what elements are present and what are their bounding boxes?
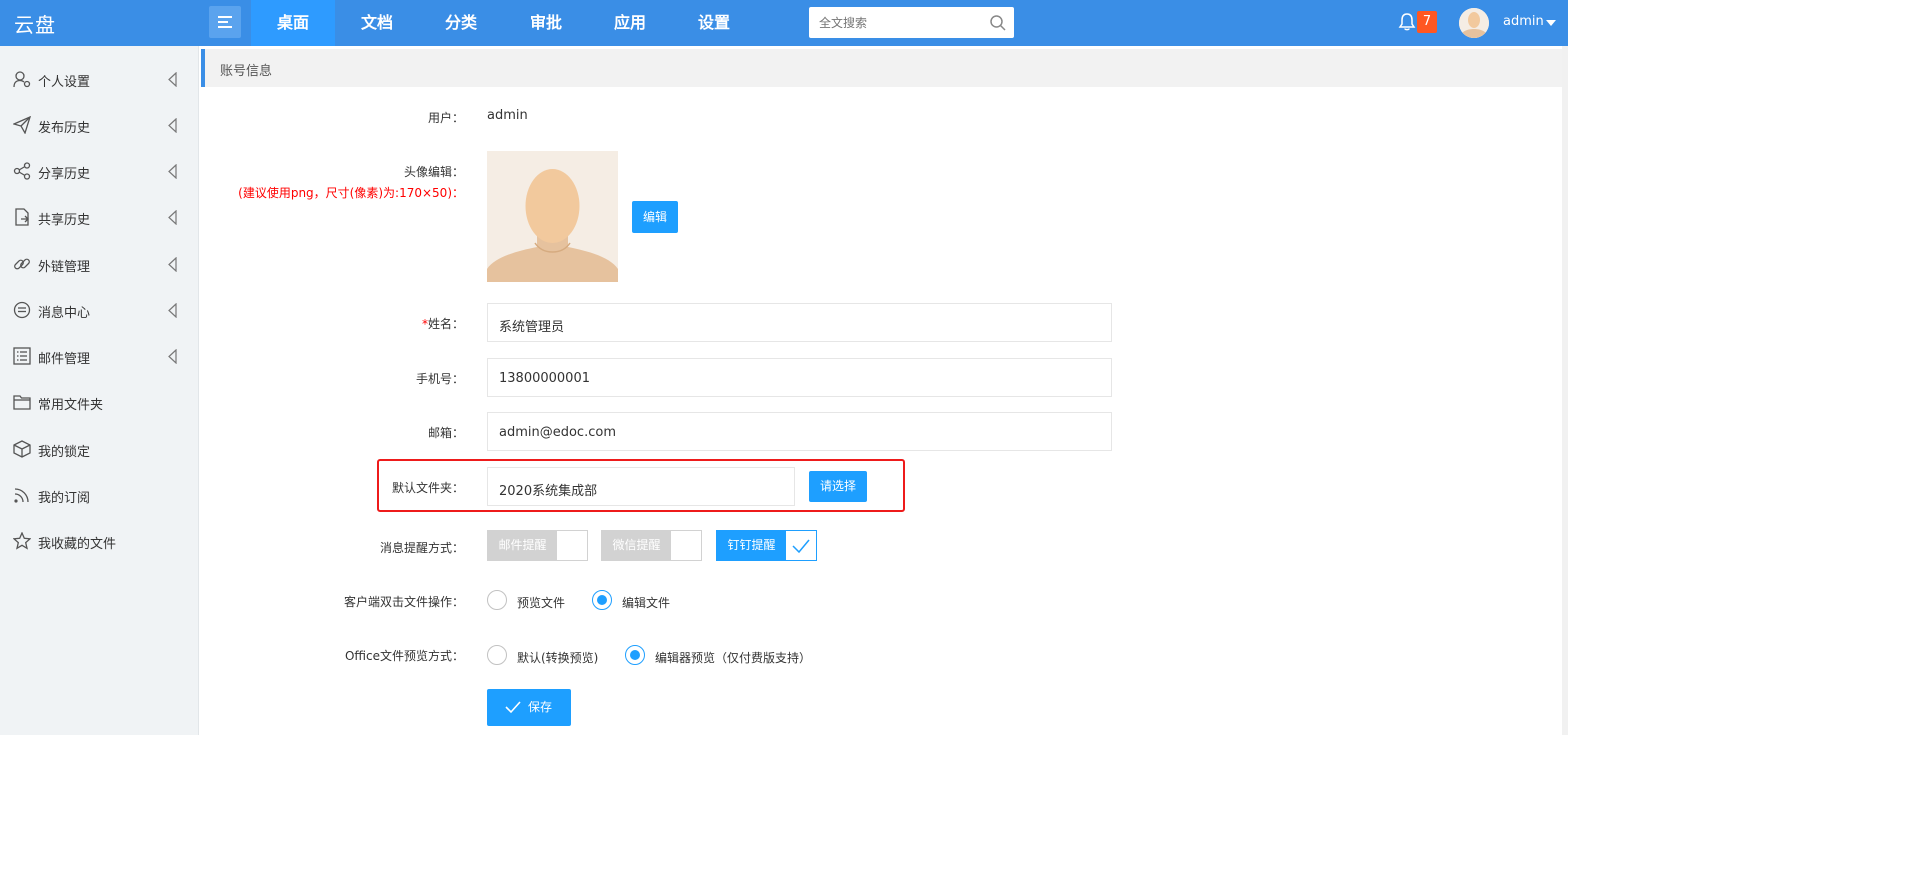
phone-label: 手机号： bbox=[415, 372, 464, 386]
email-value: admin@edoc.com bbox=[499, 425, 616, 440]
avatar-size-hint: (建议使用png，尺寸(像素)为:170×50)： bbox=[238, 186, 464, 200]
top-navbar: 云盘 桌面 文档 分类 审批 应用 设置 7 admin bbox=[0, 0, 1568, 46]
wechat-notify-label: 微信提醒 bbox=[602, 531, 671, 560]
user-value: admin bbox=[487, 108, 528, 123]
nav-tab-documents[interactable]: 文档 bbox=[335, 0, 419, 46]
nav-tab-settings[interactable]: 设置 bbox=[672, 0, 756, 46]
username-label[interactable]: admin bbox=[1503, 14, 1544, 29]
breadcrumb: 账号信息 bbox=[201, 49, 1562, 87]
edit-avatar-button[interactable]: 编辑 bbox=[632, 201, 678, 233]
user-menu-caret-icon[interactable] bbox=[1546, 20, 1556, 26]
default-folder-field[interactable]: 2020系统集成部 bbox=[487, 467, 795, 506]
email-label: 邮箱： bbox=[427, 426, 464, 440]
app-logo[interactable]: 云盘 bbox=[14, 9, 56, 38]
sidebar-item-label: 共享历史 bbox=[38, 213, 91, 228]
chevron-left-icon bbox=[168, 349, 177, 364]
phone-field[interactable]: 13800000001 bbox=[487, 358, 1112, 397]
name-label-text: 姓名： bbox=[427, 317, 464, 331]
shared-file-icon bbox=[15, 208, 29, 226]
user-avatar[interactable] bbox=[1459, 8, 1489, 38]
preview-file-label[interactable]: 预览文件 bbox=[517, 594, 565, 611]
office-preview-label: Office文件预览方式： bbox=[344, 649, 464, 663]
sidebar: 个人设置 发布历史 分享历史 共享历史 外链管理 消息中心 邮件管理 常用文件夹… bbox=[0, 46, 199, 735]
nav-tab-desktop[interactable]: 桌面 bbox=[251, 0, 335, 46]
chevron-left-icon bbox=[168, 257, 177, 272]
user-label: 用户： bbox=[427, 111, 464, 125]
phone-value: 13800000001 bbox=[499, 371, 590, 386]
edit-file-radio[interactable] bbox=[592, 590, 612, 610]
link-icon bbox=[14, 258, 30, 270]
notify-method-label: 消息提醒方式： bbox=[379, 541, 464, 555]
checkmark-icon bbox=[792, 539, 810, 554]
editor-preview-label[interactable]: 编辑器预览（仅付费版支持） bbox=[655, 649, 811, 666]
sidebar-item-external-links[interactable]: 外链管理 bbox=[0, 242, 198, 288]
sidebar-item-label: 常用文件夹 bbox=[38, 398, 104, 413]
edit-file-label[interactable]: 编辑文件 bbox=[622, 594, 670, 611]
double-click-action-label: 客户端双击文件操作： bbox=[343, 595, 464, 609]
folder-icon bbox=[13, 395, 31, 410]
avatar-edit-label: 头像编辑： bbox=[403, 165, 464, 179]
sidebar-item-label: 外链管理 bbox=[38, 260, 91, 275]
chevron-left-icon bbox=[168, 210, 177, 225]
user-settings-icon bbox=[13, 71, 31, 88]
sidebar-item-shared-history[interactable]: 共享历史 bbox=[0, 195, 198, 241]
search-icon[interactable] bbox=[989, 14, 1007, 32]
list-icon bbox=[13, 347, 31, 365]
breadcrumb-title: 账号信息 bbox=[220, 64, 273, 79]
default-preview-radio[interactable] bbox=[487, 645, 507, 665]
sidebar-item-personal-settings[interactable]: 个人设置 bbox=[0, 57, 198, 103]
name-field[interactable]: 系统管理员 bbox=[487, 303, 1112, 342]
default-folder-value: 2020系统集成部 bbox=[499, 484, 598, 499]
wechat-notify-checkbox[interactable]: 微信提醒 bbox=[601, 530, 702, 561]
lock-box-icon bbox=[13, 440, 31, 458]
name-value: 系统管理员 bbox=[499, 320, 565, 335]
email-notify-label: 邮件提醒 bbox=[488, 531, 557, 560]
chevron-left-icon bbox=[168, 72, 177, 87]
search-input[interactable] bbox=[809, 7, 999, 38]
search-box bbox=[809, 7, 1014, 38]
preview-file-radio[interactable] bbox=[487, 590, 507, 610]
sidebar-item-label: 个人设置 bbox=[38, 75, 91, 90]
nav-tab-approval[interactable]: 审批 bbox=[504, 0, 588, 46]
save-button-label: 保存 bbox=[528, 700, 553, 714]
menu-toggle-icon bbox=[218, 16, 232, 18]
scrollbar[interactable] bbox=[1562, 46, 1568, 735]
nav-tab-apps[interactable]: 应用 bbox=[588, 0, 672, 46]
dingtalk-notify-checkbox[interactable]: 钉钉提醒 bbox=[716, 530, 817, 561]
save-button[interactable]: 保存 bbox=[487, 689, 571, 726]
avatar-image bbox=[487, 151, 618, 282]
email-field[interactable]: admin@edoc.com bbox=[487, 412, 1112, 451]
sidebar-item-label: 邮件管理 bbox=[38, 352, 91, 367]
notification-count-badge[interactable]: 7 bbox=[1417, 11, 1437, 33]
check-icon bbox=[505, 701, 521, 714]
sidebar-item-label: 我的锁定 bbox=[38, 445, 91, 460]
dingtalk-notify-label: 钉钉提醒 bbox=[717, 531, 786, 560]
menu-toggle-button[interactable] bbox=[209, 6, 241, 38]
name-label: *姓名： bbox=[0, 315, 464, 332]
email-notify-checkbox[interactable]: 邮件提醒 bbox=[487, 530, 588, 561]
default-preview-label[interactable]: 默认(转换预览) bbox=[517, 649, 598, 666]
nav-tab-categories[interactable]: 分类 bbox=[419, 0, 503, 46]
default-folder-label: 默认文件夹： bbox=[391, 481, 464, 495]
choose-folder-button[interactable]: 请选择 bbox=[809, 471, 867, 502]
bell-icon[interactable] bbox=[1398, 12, 1416, 32]
editor-preview-radio[interactable] bbox=[625, 645, 645, 665]
